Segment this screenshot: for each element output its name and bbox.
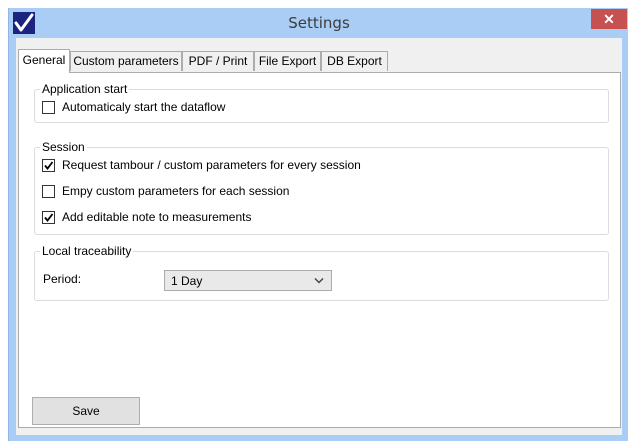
tab-file-export[interactable]: File Export [254, 51, 321, 71]
group-title: Local traceability [40, 244, 134, 258]
local-traceability-group: Local traceability Period: 1 Day [34, 244, 609, 301]
checkbox-box[interactable] [42, 101, 55, 114]
tab-custom-parameters[interactable]: Custom parameters [70, 51, 182, 71]
checkbox-label: Automaticaly start the dataflow [62, 100, 226, 114]
tab-db-export[interactable]: DB Export [321, 51, 388, 71]
checkbox-box[interactable] [42, 159, 55, 172]
checkbox-label: Request tambour / custom parameters for … [62, 158, 361, 172]
checkmark-icon [44, 161, 54, 170]
title-bar[interactable]: Settings ✕ [9, 8, 628, 38]
general-tab-panel: Application start Automaticaly start the… [18, 72, 621, 428]
period-select[interactable]: 1 Day [164, 270, 332, 291]
period-selected-value: 1 Day [171, 274, 203, 288]
tab-general[interactable]: General [18, 49, 70, 73]
window-client-area: General Custom parameters PDF / Print Fi… [16, 38, 622, 435]
checkbox-label: Add editable note to measurements [62, 210, 252, 224]
session-group: Session Request tambour / custom paramet… [34, 140, 609, 235]
group-title: Application start [40, 82, 130, 96]
tab-pdf-print[interactable]: PDF / Print [182, 51, 254, 71]
group-title: Session [40, 140, 87, 154]
application-start-group: Application start Automaticaly start the… [34, 82, 609, 123]
save-button[interactable]: Save [32, 397, 140, 425]
checkbox-label: Empy custom parameters for each session [62, 184, 290, 198]
close-button[interactable]: ✕ [591, 9, 627, 29]
checkbox-box[interactable] [42, 211, 55, 224]
period-label: Period: [43, 272, 82, 286]
window-title: Settings [288, 14, 350, 32]
checkmark-icon [44, 213, 54, 222]
chevron-down-icon [314, 277, 324, 284]
settings-window: Settings ✕ General Custom parameters PDF… [8, 8, 628, 441]
close-icon: ✕ [603, 11, 615, 27]
checkbox-box[interactable] [42, 185, 55, 198]
